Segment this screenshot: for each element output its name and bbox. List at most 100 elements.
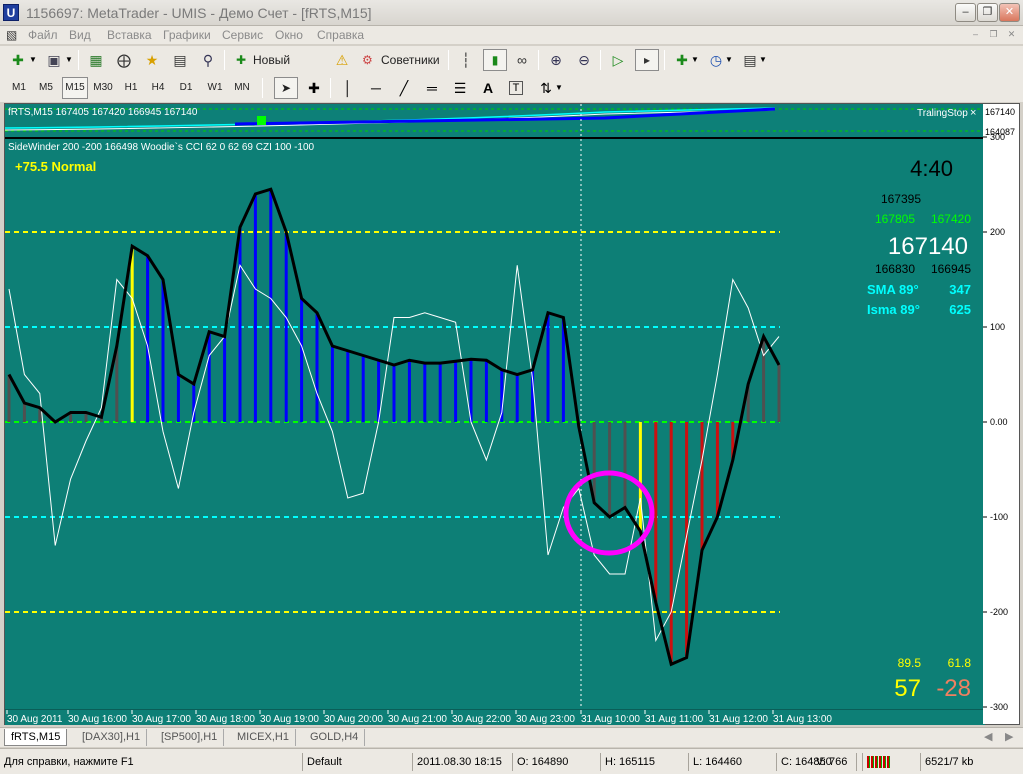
scale-label: 0.00	[990, 417, 1008, 427]
experts-button[interactable]: ⚙ Советники	[358, 49, 442, 71]
tabs-right-icon[interactable]: ▶	[1005, 730, 1013, 743]
price-high-label: 167140	[985, 107, 1015, 117]
crosshair-tool-icon[interactable]: ✚	[304, 78, 324, 98]
maximize-button[interactable]: ❐	[977, 3, 998, 22]
timeframe-m30[interactable]: M30	[91, 77, 115, 99]
info-green-1: 167805	[875, 212, 915, 226]
time-label: 30 Aug 18:00	[196, 714, 255, 725]
sma-value: 347	[949, 282, 971, 297]
scale-label: 300	[990, 132, 1005, 142]
timeframe-h1[interactable]: H1	[120, 77, 142, 99]
menu-window[interactable]: Окно	[275, 28, 303, 42]
close-indicator-icon[interactable]: ×	[970, 107, 976, 119]
menu-charts[interactable]: Графики	[163, 28, 211, 42]
vertical-line-icon[interactable]: │	[338, 78, 358, 98]
tab-frts-m15[interactable]: fRTS,M15	[4, 729, 68, 746]
time-label: 30 Aug 2011	[7, 714, 63, 725]
chart-tabs: fRTS,M15 [DAX30],H1 [SP500],H1 MICEX,H1 …	[0, 727, 1023, 747]
price-panel[interactable]: fRTS,M15 167405 167420 166945 167140 Tra…	[5, 104, 985, 137]
tabs-left-icon[interactable]: ◀	[984, 730, 992, 743]
dropdown-icon[interactable]: ▼	[28, 50, 38, 70]
zoom-in-icon[interactable]: ⊕	[546, 50, 566, 70]
auto-scroll-icon[interactable]: ▷	[608, 50, 628, 70]
mdi-minimize-icon[interactable]: –	[968, 27, 983, 41]
navigator-icon[interactable]: ★	[142, 50, 162, 70]
line-chart-icon[interactable]: ∞	[512, 50, 532, 70]
text-label-icon[interactable]: T	[509, 81, 523, 95]
profiles-icon[interactable]: ▣	[44, 50, 64, 70]
chart-shift-icon[interactable]: ▸	[635, 49, 659, 71]
cci-line	[7, 187, 781, 667]
doc-icon[interactable]: ▧	[6, 28, 17, 42]
experts-icon: ⚙	[362, 53, 373, 67]
crosshair-nav-icon[interactable]: ⨁	[114, 50, 134, 70]
market-watch-icon[interactable]: ▦	[86, 50, 106, 70]
time-label: 31 Aug 12:00	[709, 714, 768, 725]
bottom-value-2: 61.8	[948, 656, 972, 670]
terminal-icon[interactable]: ▤	[170, 50, 190, 70]
menu-help[interactable]: Справка	[317, 28, 364, 42]
timeframe-d1[interactable]: D1	[175, 77, 197, 99]
time-label: 30 Aug 23:00	[516, 714, 575, 725]
dropdown-icon[interactable]: ▼	[690, 50, 700, 70]
indicators-icon[interactable]: ✚	[672, 50, 692, 70]
bar-chart-icon[interactable]: ┆	[456, 50, 476, 70]
app-icon: U	[3, 4, 19, 21]
dropdown-icon[interactable]: ▼	[724, 50, 734, 70]
text-tool-icon[interactable]: A	[478, 78, 498, 98]
arrows-icon[interactable]: ⇅	[536, 78, 556, 98]
info-low-1: 166830	[875, 262, 915, 276]
dropdown-icon[interactable]: ▼	[758, 50, 768, 70]
channel-icon[interactable]: ═	[422, 78, 442, 98]
help-text: Для справки, нажмите F1	[4, 756, 134, 768]
timeframe-m1[interactable]: M1	[8, 77, 30, 99]
tester-icon[interactable]: ⚲	[198, 50, 218, 70]
dropdown-icon[interactable]: ▼	[554, 78, 564, 98]
timeframe-m5[interactable]: M5	[35, 77, 57, 99]
cursor-tool-icon[interactable]: ➤	[274, 77, 298, 99]
menu-bar: ▧ Файл Вид Вставка Графики Сервис Окно С…	[0, 26, 1023, 44]
candle	[257, 116, 266, 125]
status-open: O: 164890	[512, 753, 568, 771]
mdi-close-icon[interactable]: ✕	[1004, 27, 1019, 41]
status-volume: V: 766	[816, 756, 848, 768]
isma-label: Isma 89°	[867, 302, 920, 317]
new-order-button[interactable]: ✚ Новый Ордер	[232, 49, 328, 87]
bar-timer: 4:40	[910, 156, 953, 181]
zoom-out-icon[interactable]: ⊖	[574, 50, 594, 70]
dropdown-icon[interactable]: ▼	[64, 50, 74, 70]
close-button[interactable]: ✕	[999, 3, 1020, 22]
tab-micex-h1[interactable]: MICEX,H1	[231, 729, 296, 746]
menu-file[interactable]: Файл	[28, 28, 58, 42]
new-order-icon: ✚	[236, 53, 247, 67]
candle-chart-icon[interactable]: ▮	[483, 49, 507, 71]
periods-icon[interactable]: ◷	[706, 50, 726, 70]
chart-window[interactable]: fRTS,M15 167405 167420 166945 167140 Tra…	[4, 103, 1020, 725]
price-header: fRTS,M15 167405 167420 166945 167140	[8, 107, 198, 118]
warning-icon[interactable]: ⚠	[332, 50, 352, 70]
price-scale[interactable]: 167140 164087 300 200 100 0.00 -100 -200 -300	[983, 104, 1019, 724]
timeframe-m15[interactable]: M15	[62, 77, 88, 99]
time-label: 31 Aug 13:00	[773, 714, 832, 725]
menu-view[interactable]: Вид	[69, 28, 91, 42]
tab-gold-h4[interactable]: GOLD,H4	[304, 729, 366, 746]
timeframe-mn[interactable]: MN	[230, 77, 254, 99]
new-chart-icon[interactable]: ✚	[8, 50, 28, 70]
tab-sp500-h1[interactable]: [SP500],H1	[155, 729, 225, 746]
tab-dax30-h1[interactable]: [DAX30],H1	[76, 729, 148, 746]
menu-insert[interactable]: Вставка	[107, 28, 152, 42]
minimize-button[interactable]: –	[955, 3, 976, 22]
fibo-icon[interactable]: ☰	[450, 78, 470, 98]
timeframe-w1[interactable]: W1	[203, 77, 227, 99]
scale-label: -200	[990, 607, 1008, 617]
horizontal-line-icon[interactable]: ─	[366, 78, 386, 98]
bottom-value-1: 89.5	[898, 656, 922, 670]
mdi-restore-icon[interactable]: ❐	[986, 27, 1001, 41]
trendline-icon[interactable]: ╱	[394, 78, 414, 98]
info-big-price: 167140	[888, 233, 968, 260]
experts-label: Советники	[381, 53, 440, 67]
templates-icon[interactable]: ▤	[740, 50, 760, 70]
menu-tools[interactable]: Сервис	[222, 28, 263, 42]
timeframe-h4[interactable]: H4	[147, 77, 169, 99]
indicator-panel[interactable]: SideWinder 200 -200 166498 Woodie`s CCI …	[5, 139, 985, 709]
